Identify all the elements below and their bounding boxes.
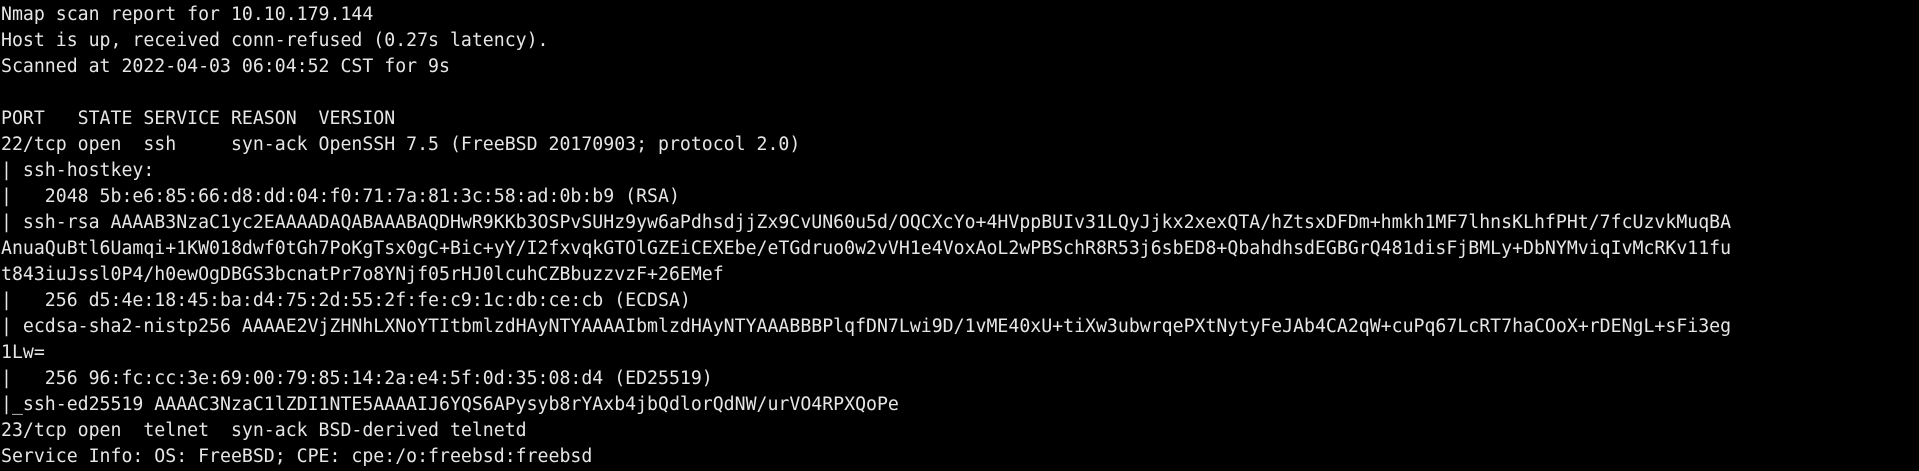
terminal-line: Nmap scan report for 10.10.179.144 — [1, 4, 374, 25]
terminal-line: | ssh-hostkey: — [1, 160, 155, 181]
terminal-line: Scanned at 2022-04-03 06:04:52 CST for 9… — [1, 56, 450, 77]
terminal-line: PORT STATE SERVICE REASON VERSION — [1, 108, 396, 129]
terminal-line: | 256 96:fc:cc:3e:69:00:79:85:14:2a:e4:5… — [1, 368, 713, 389]
terminal-output[interactable]: Nmap scan report for 10.10.179.144 Host … — [0, 0, 1919, 471]
terminal-line: 22/tcp open ssh syn-ack OpenSSH 7.5 (Fre… — [1, 134, 801, 155]
terminal-line: Service Info: OS: FreeBSD; CPE: cpe:/o:f… — [1, 446, 593, 467]
terminal-line: Host is up, received conn-refused (0.27s… — [1, 30, 549, 51]
terminal-line: |_ssh-ed25519 AAAAC3NzaC1lZDI1NTE5AAAAIJ… — [1, 394, 899, 415]
terminal-line: t843iuJssl0P4/h0ewOgDBGS3bcnatPr7o8YNjf0… — [1, 264, 724, 285]
terminal-line: 23/tcp open telnet syn-ack BSD-derived t… — [1, 420, 527, 441]
terminal-line: | ssh-rsa AAAAB3NzaC1yc2EAAAADAQABAAABAQ… — [1, 212, 1732, 233]
terminal-line: | 256 d5:4e:18:45:ba:d4:75:2d:55:2f:fe:c… — [1, 290, 691, 311]
terminal-line: AnuaQuBtl6Uamqi+1KW018dwf0tGh7PoKgTsx0gC… — [1, 238, 1732, 259]
terminal-line: | 2048 5b:e6:85:66:d8:dd:04:f0:71:7a:81:… — [1, 186, 680, 207]
terminal-line: | ecdsa-sha2-nistp256 AAAAE2VjZHNhLXNoYT… — [1, 316, 1732, 337]
terminal-line: 1Lw= — [1, 342, 45, 363]
